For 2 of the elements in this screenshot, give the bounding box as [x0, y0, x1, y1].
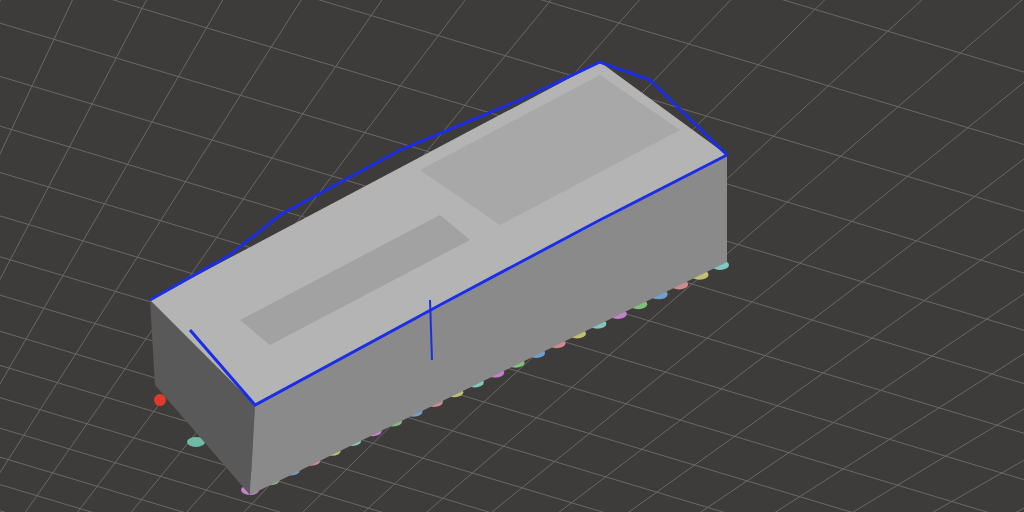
model-drawing[interactable] — [149, 60, 729, 495]
viewport[interactable] — [0, 0, 1024, 512]
